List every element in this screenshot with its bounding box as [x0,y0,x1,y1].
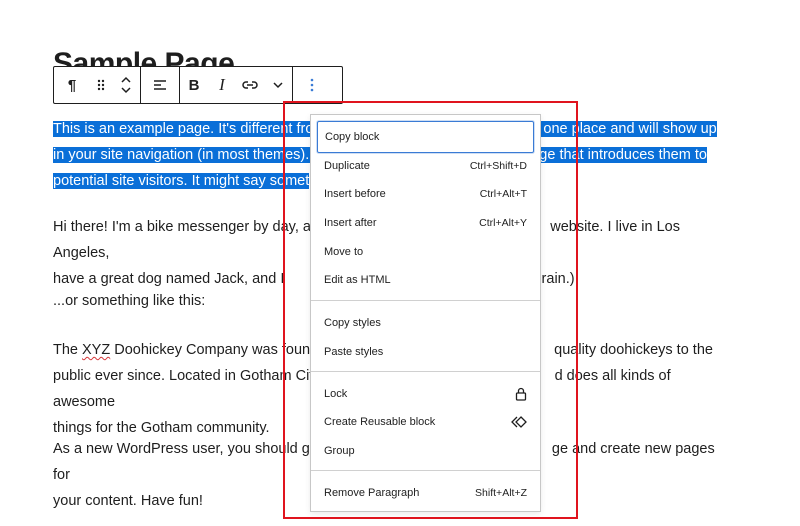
duplicate-menu-item[interactable]: Duplicate Ctrl+Shift+D [317,152,534,180]
options-group [293,67,331,103]
menu-item-label: Lock [324,388,348,400]
paragraph-icon[interactable]: ¶ [54,67,90,103]
paragraph-line: potential site visitors. It might say so… [53,173,310,189]
menu-item-label: Insert after [324,217,377,229]
remove-paragraph-menu-item[interactable]: Remove Paragraph Shift+Alt+Z [317,479,534,507]
italic-button[interactable]: I [208,67,236,103]
menu-item-label: Duplicate [324,160,370,172]
menu-item-label: Move to [324,246,364,258]
paragraph-line: Hi there! I'm a bike messenger by day, a… [53,219,319,235]
menu-item-shortcut: Ctrl+Shift+D [469,160,527,172]
copy-block-menu-item[interactable]: Copy block [317,121,534,153]
lock-menu-item[interactable]: Lock [317,380,534,408]
menu-item-label: Group [324,445,355,457]
menu-item-label: Copy block [325,131,380,143]
insert-after-menu-item[interactable]: Insert after Ctrl+Alt+Y [317,209,534,237]
group-menu-item[interactable]: Group [317,437,534,465]
paragraph-line: your content. Have fun! [53,493,203,509]
misspelled-word[interactable]: XYZ [82,342,110,358]
paragraph-line: things for the Gotham community. [53,420,270,436]
reusable-block-icon [511,416,527,428]
block-toolbar: ¶ B I [53,66,343,104]
menu-item-shortcut: Ctrl+Alt+T [479,188,527,200]
menu-item-label: Create Reusable block [324,416,436,428]
lock-icon [515,387,527,401]
create-reusable-block-menu-item[interactable]: Create Reusable block [317,408,534,436]
insert-before-menu-item[interactable]: Insert before Ctrl+Alt+T [317,180,534,208]
paragraph-text: Doohickey Company was found [110,342,319,358]
drag-handle-icon[interactable] [90,67,112,103]
block-switcher-group: ¶ [54,67,141,103]
paragraph-line: have a great dog named Jack, and I [53,271,289,287]
paste-styles-menu-item[interactable]: Paste styles [317,338,534,366]
menu-item-label: Paste styles [324,346,384,358]
move-to-menu-item[interactable]: Move to [317,238,534,266]
block-options-menu: Copy block Duplicate Ctrl+Shift+D Insert… [310,114,541,512]
edit-as-html-menu-item[interactable]: Edit as HTML [317,266,534,294]
menu-item-shortcut: Shift+Alt+Z [475,487,527,499]
link-icon[interactable] [236,67,264,103]
menu-divider [311,300,540,301]
menu-item-label: Insert before [324,188,386,200]
menu-item-shortcut: Ctrl+Alt+Y [479,217,527,229]
chevron-down-icon[interactable] [264,67,292,103]
menu-divider [311,470,540,471]
align-left-icon[interactable] [141,67,179,103]
paragraph-text: The [53,342,83,358]
copy-styles-menu-item[interactable]: Copy styles [317,309,534,337]
formatting-group: B I [180,67,293,103]
paragraph-text: quality doohickeys to the [554,342,713,358]
menu-item-label: Remove Paragraph [324,487,420,499]
move-up-down-icon[interactable] [112,67,140,103]
menu-item-label: Copy styles [324,317,381,329]
alignment-group [141,67,180,103]
more-options-icon[interactable] [293,67,331,103]
paragraph-line: As a new WordPress user, you should go [53,441,318,457]
menu-item-label: Edit as HTML [324,274,391,286]
menu-divider [311,371,540,372]
bold-button[interactable]: B [180,67,208,103]
paragraph-line: public ever since. Located in Gotham Cit… [53,368,321,384]
